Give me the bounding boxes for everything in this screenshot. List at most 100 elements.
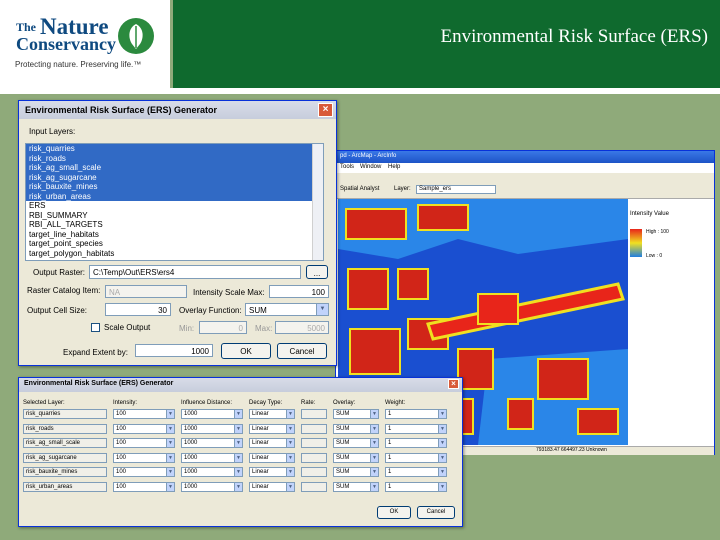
chevron-down-icon[interactable]: ▼: [438, 453, 446, 462]
layer-list-item[interactable]: ERS: [26, 201, 323, 211]
weights-cell-weight[interactable]: 1 ▼: [385, 438, 447, 448]
weights-cell-distance[interactable]: 1000 ▼: [181, 481, 243, 492]
weights-cell-decay[interactable]: Linear ▼: [249, 467, 295, 477]
layer-list-item[interactable]: risk_urban_areas: [26, 191, 323, 201]
weights-cell-rate[interactable]: [301, 438, 327, 448]
weights-cell-weight[interactable]: 1 ▼: [385, 481, 447, 492]
spatial-analyst-menu[interactable]: Spatial Analyst: [340, 186, 379, 192]
layer-list-item[interactable]: RBI_SUMMARY: [26, 211, 323, 221]
list-scrollbar[interactable]: [312, 144, 323, 260]
chevron-down-icon[interactable]: ▼: [370, 439, 378, 447]
weights-cell-rate[interactable]: [301, 452, 327, 463]
weights-cell-overlay[interactable]: SUM ▼: [333, 481, 379, 492]
layer-list-item[interactable]: risk_quarries: [26, 144, 323, 154]
chevron-down-icon[interactable]: ▼: [166, 468, 174, 476]
chevron-down-icon[interactable]: ▼: [286, 453, 294, 462]
browse-button[interactable]: ...: [306, 265, 328, 279]
layer-list-item[interactable]: target_point_species: [26, 239, 323, 249]
weights-cell-rate[interactable]: [301, 423, 327, 434]
chevron-down-icon[interactable]: ▼: [370, 468, 378, 476]
close-icon[interactable]: ×: [318, 103, 333, 117]
weights-cell-overlay[interactable]: SUM ▼: [333, 423, 379, 434]
menu-tools[interactable]: Tools: [340, 164, 354, 170]
weights-cell-rate[interactable]: [301, 409, 327, 419]
layer-list-item[interactable]: risk_bauxite_mines: [26, 182, 323, 192]
chevron-down-icon[interactable]: ▼: [166, 482, 174, 491]
input-layers-list[interactable]: risk_quarries risk_roads risk_ag_small_sca…: [25, 143, 324, 261]
weights-cell-decay[interactable]: Linear ▼: [249, 423, 295, 434]
chevron-down-icon[interactable]: ▼: [286, 410, 294, 418]
chevron-down-icon[interactable]: ▼: [286, 468, 294, 476]
weights-cell-rate[interactable]: [301, 467, 327, 477]
layer-select[interactable]: Sample_ers: [416, 185, 496, 194]
close-icon[interactable]: ×: [448, 379, 459, 389]
catalog-item-field[interactable]: NA: [105, 285, 187, 298]
weights-cell-weight[interactable]: 1 ▼: [385, 452, 447, 463]
chevron-down-icon[interactable]: ▼: [234, 468, 242, 476]
weights-cell-weight[interactable]: 1 ▼: [385, 409, 447, 419]
weights-cell-distance[interactable]: 1000 ▼: [181, 423, 243, 434]
chevron-down-icon[interactable]: ▼: [166, 453, 174, 462]
weights-cell-intensity[interactable]: 100 ▼: [113, 423, 175, 434]
chevron-down-icon[interactable]: ▼: [370, 410, 378, 418]
scale-output-checkbox[interactable]: [91, 323, 100, 332]
weights-cell-overlay[interactable]: SUM ▼: [333, 467, 379, 477]
layer-list-item[interactable]: target_line_habitats: [26, 230, 323, 240]
layer-list-item[interactable]: risk_ag_small_scale: [26, 163, 323, 173]
weights-cell-overlay[interactable]: SUM ▼: [333, 438, 379, 448]
weights-cell-intensity[interactable]: 100 ▼: [113, 438, 175, 448]
layer-list-item[interactable]: RBI_ALL_TARGETS: [26, 220, 323, 230]
weights-cell-overlay[interactable]: SUM ▼: [333, 409, 379, 419]
overlay-function-select[interactable]: SUM ▼: [245, 303, 329, 316]
chevron-down-icon[interactable]: ▼: [370, 453, 378, 462]
chevron-down-icon[interactable]: ▼: [234, 439, 242, 447]
chevron-down-icon[interactable]: ▼: [166, 439, 174, 447]
weights-cell-overlay[interactable]: SUM ▼: [333, 452, 379, 463]
weights-cell-intensity[interactable]: 100 ▼: [113, 409, 175, 419]
menu-help[interactable]: Help: [388, 164, 400, 170]
menu-window[interactable]: Window: [360, 164, 381, 170]
weights-cell-distance[interactable]: 1000 ▼: [181, 467, 243, 477]
weights-cell-intensity[interactable]: 100 ▼: [113, 467, 175, 477]
weights-cell-weight[interactable]: 1 ▼: [385, 467, 447, 477]
weights-cell-decay[interactable]: Linear ▼: [249, 452, 295, 463]
ok-button[interactable]: OK: [221, 343, 271, 359]
chevron-down-icon[interactable]: ▼: [370, 482, 378, 491]
chevron-down-icon[interactable]: ▼: [234, 453, 242, 462]
chevron-down-icon[interactable]: ▼: [438, 439, 446, 447]
layer-list-item[interactable]: target_polygon_habitats: [26, 249, 323, 259]
chevron-down-icon[interactable]: ▼: [286, 482, 294, 491]
output-raster-field[interactable]: C:\Temp\Out\ERS\ers4: [89, 265, 301, 279]
weights-cell-distance[interactable]: 1000 ▼: [181, 409, 243, 419]
chevron-down-icon[interactable]: ▼: [286, 439, 294, 447]
chevron-down-icon[interactable]: ▼: [438, 482, 446, 491]
cell-size-field[interactable]: 30: [105, 303, 171, 316]
min-field[interactable]: 0: [199, 321, 247, 334]
layer-list-item[interactable]: risk_roads: [26, 153, 323, 163]
weights-cell-decay[interactable]: Linear ▼: [249, 438, 295, 448]
weights-cell-rate[interactable]: [301, 481, 327, 492]
weights-cell-intensity[interactable]: 100 ▼: [113, 481, 175, 492]
weights-ok-button[interactable]: OK: [377, 506, 411, 519]
weights-cell-distance[interactable]: 1000 ▼: [181, 438, 243, 448]
chevron-down-icon[interactable]: ▼: [234, 424, 242, 433]
max-field[interactable]: 5000: [275, 321, 329, 334]
weights-cell-decay[interactable]: Linear ▼: [249, 481, 295, 492]
chevron-down-icon[interactable]: ▼: [370, 424, 378, 433]
chevron-down-icon[interactable]: ▼: [234, 482, 242, 491]
weights-cell-distance[interactable]: 1000 ▼: [181, 452, 243, 463]
chevron-down-icon[interactable]: ▼: [234, 410, 242, 418]
chevron-down-icon[interactable]: ▼: [166, 424, 174, 433]
weights-cell-weight[interactable]: 1 ▼: [385, 423, 447, 434]
chevron-down-icon[interactable]: ▼: [166, 410, 174, 418]
chevron-down-icon[interactable]: ▼: [438, 410, 446, 418]
chevron-down-icon[interactable]: ▼: [438, 468, 446, 476]
chevron-down-icon[interactable]: ▼: [286, 424, 294, 433]
chevron-down-icon[interactable]: ▼: [438, 424, 446, 433]
weights-cell-intensity[interactable]: 100 ▼: [113, 452, 175, 463]
intensity-max-field[interactable]: 100: [269, 285, 329, 298]
cancel-button[interactable]: Cancel: [277, 343, 327, 359]
expand-extent-field[interactable]: 1000: [135, 344, 213, 357]
chevron-down-icon[interactable]: ▼: [316, 304, 328, 315]
layer-list-item[interactable]: risk_ag_sugarcane: [26, 172, 323, 182]
